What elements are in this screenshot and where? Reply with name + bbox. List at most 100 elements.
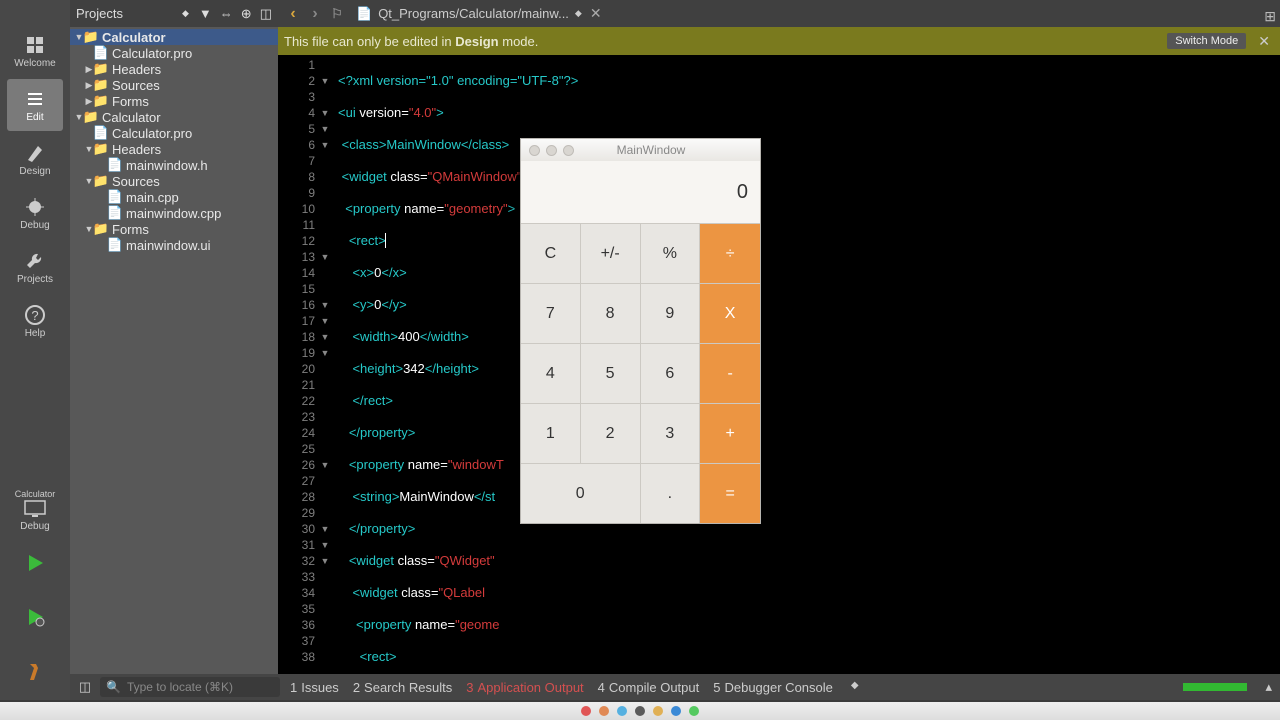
tree-folder-headers[interactable]: ▶📁Headers (70, 61, 278, 77)
tab-debugger-console[interactable]: 5Debugger Console (713, 680, 833, 695)
switch-mode-button[interactable]: Switch Mode (1167, 33, 1246, 49)
calc-clear-button[interactable]: C (521, 223, 581, 283)
nav-forward-icon[interactable]: › (304, 5, 326, 23)
design-mode-banner: This file can only be edited in Design m… (278, 27, 1280, 55)
calc-5-button[interactable]: 5 (581, 343, 641, 403)
fold-column[interactable]: ▼▼▼▼ ▼▼▼▼▼ ▼▼ ▼▼ (318, 55, 332, 700)
locator-input[interactable]: 🔍 Type to locate (⌘K) (100, 677, 280, 697)
tree-file[interactable]: 📄mainwindow.h (70, 157, 278, 173)
traffic-min-icon[interactable] (546, 145, 557, 156)
activity-welcome[interactable]: Welcome (7, 25, 63, 77)
split-editor-icon[interactable]: ⊞ (1264, 8, 1276, 25)
calc-dot-button[interactable]: . (641, 463, 701, 523)
progress-bar (1183, 683, 1247, 691)
tree-folder-forms[interactable]: ▶📁Forms (70, 93, 278, 109)
project-icon: 📁 (84, 30, 98, 44)
calculator-window: MainWindow 0 C +/- % ÷ 7 8 9 X 4 5 6 - 1… (520, 138, 761, 524)
file-icon: 📄 (108, 158, 122, 172)
tab-issues[interactable]: 1Issues (290, 680, 339, 695)
calc-7-button[interactable]: 7 (521, 283, 581, 343)
bookmark-icon[interactable]: ⚐ (326, 6, 348, 22)
tree-file[interactable]: 📄mainwindow.ui (70, 237, 278, 253)
close-icon[interactable]: ✕ (590, 5, 602, 22)
calc-4-button[interactable]: 4 (521, 343, 581, 403)
banner-message: This file can only be edited in Design m… (284, 34, 1167, 49)
folder-icon: 📁 (94, 142, 108, 156)
svg-text:?: ? (31, 308, 38, 323)
calc-plusminus-button[interactable]: +/- (581, 223, 641, 283)
debug-run-button[interactable] (7, 592, 63, 644)
tree-file[interactable]: 📄main.cpp (70, 189, 278, 205)
help-icon: ? (24, 304, 46, 326)
traffic-close-icon[interactable] (529, 145, 540, 156)
wrench-icon (24, 250, 46, 272)
activity-help[interactable]: ? Help (7, 295, 63, 347)
sidebar-toggle-icon[interactable]: ◫ (70, 679, 100, 695)
tree-folder-forms[interactable]: ▼📁Forms (70, 221, 278, 237)
nav-back-icon[interactable]: ‹ (282, 5, 304, 23)
tree-file[interactable]: 📄Calculator.pro (70, 125, 278, 141)
project-panel: Projects ◆ ▼ ⇔ ⊕ ◫ ▼📁Calculator 📄Calcula… (70, 0, 278, 700)
build-button[interactable] (7, 646, 63, 698)
file-type-icon: 📄 (356, 6, 372, 22)
close-icon[interactable]: ✕ (1254, 33, 1274, 50)
calc-0-button[interactable]: 0 (521, 463, 641, 523)
tab-application-output[interactable]: 3Application Output (466, 680, 583, 695)
tree-project-2[interactable]: ▼📁Calculator (70, 109, 278, 125)
calc-multiply-button[interactable]: X (700, 283, 760, 343)
file-icon: 📄 (108, 190, 122, 204)
run-target[interactable]: Calculator Debug (7, 484, 63, 536)
link-icon[interactable]: ⇔ (220, 6, 233, 21)
tree-folder-sources[interactable]: ▶📁Sources (70, 77, 278, 93)
project-panel-header: Projects ◆ ▼ ⇔ ⊕ ◫ (70, 0, 278, 27)
calc-percent-button[interactable]: % (641, 223, 701, 283)
chevron-up-icon[interactable]: ▴ (1265, 679, 1272, 695)
calc-1-button[interactable]: 1 (521, 403, 581, 463)
tree-file[interactable]: 📄mainwindow.cpp (70, 205, 278, 221)
hammer-icon (24, 660, 46, 682)
calc-3-button[interactable]: 3 (641, 403, 701, 463)
dropdown-icon[interactable]: ◆ (575, 8, 582, 19)
edit-icon (24, 88, 46, 110)
activity-projects[interactable]: Projects (7, 241, 63, 293)
bug-icon (24, 196, 46, 218)
file-icon: 📄 (108, 206, 122, 220)
window-titlebar[interactable]: MainWindow (521, 139, 760, 161)
activity-design[interactable]: Design (7, 133, 63, 185)
tree-folder-headers[interactable]: ▼📁Headers (70, 141, 278, 157)
panel-title: Projects (76, 6, 182, 21)
play-icon (24, 552, 46, 574)
filter-icon[interactable]: ▼ (199, 6, 212, 21)
run-button[interactable] (7, 538, 63, 590)
tree-file[interactable]: 📄Calculator.pro (70, 45, 278, 61)
tab-compile-output[interactable]: 4Compile Output (598, 680, 700, 695)
folder-icon: 📁 (94, 94, 108, 108)
tab-search-results[interactable]: 2Search Results (353, 680, 452, 695)
project-tree: ▼📁Calculator 📄Calculator.pro ▶📁Headers ▶… (70, 27, 278, 253)
dropdown-icon[interactable]: ◆ (851, 680, 859, 695)
calc-equals-button[interactable]: = (700, 463, 760, 523)
search-icon: 🔍 (106, 680, 121, 694)
calc-8-button[interactable]: 8 (581, 283, 641, 343)
file-tab[interactable]: 📄 Qt_Programs/Calculator/mainw... ◆ ✕ (348, 5, 610, 22)
design-icon (24, 142, 46, 164)
activity-edit[interactable]: Edit (7, 79, 63, 131)
activity-debug[interactable]: Debug (7, 187, 63, 239)
add-icon[interactable]: ⊕ (241, 6, 252, 22)
file-icon: 📄 (94, 126, 108, 140)
file-icon: 📄 (108, 238, 122, 252)
calc-6-button[interactable]: 6 (641, 343, 701, 403)
calc-2-button[interactable]: 2 (581, 403, 641, 463)
traffic-max-icon[interactable] (563, 145, 574, 156)
tree-project-1[interactable]: ▼📁Calculator (70, 29, 278, 45)
calc-9-button[interactable]: 9 (641, 283, 701, 343)
calc-divide-button[interactable]: ÷ (700, 223, 760, 283)
split-icon[interactable]: ◫ (260, 6, 272, 22)
code-editor[interactable]: 12345678910 11121314151617181920 2122232… (278, 55, 1280, 700)
folder-icon: 📁 (94, 222, 108, 236)
calc-subtract-button[interactable]: - (700, 343, 760, 403)
file-icon: 📄 (94, 46, 108, 60)
dropdown-icon[interactable]: ◆ (182, 8, 189, 19)
calc-add-button[interactable]: + (700, 403, 760, 463)
tree-folder-sources[interactable]: ▼📁Sources (70, 173, 278, 189)
